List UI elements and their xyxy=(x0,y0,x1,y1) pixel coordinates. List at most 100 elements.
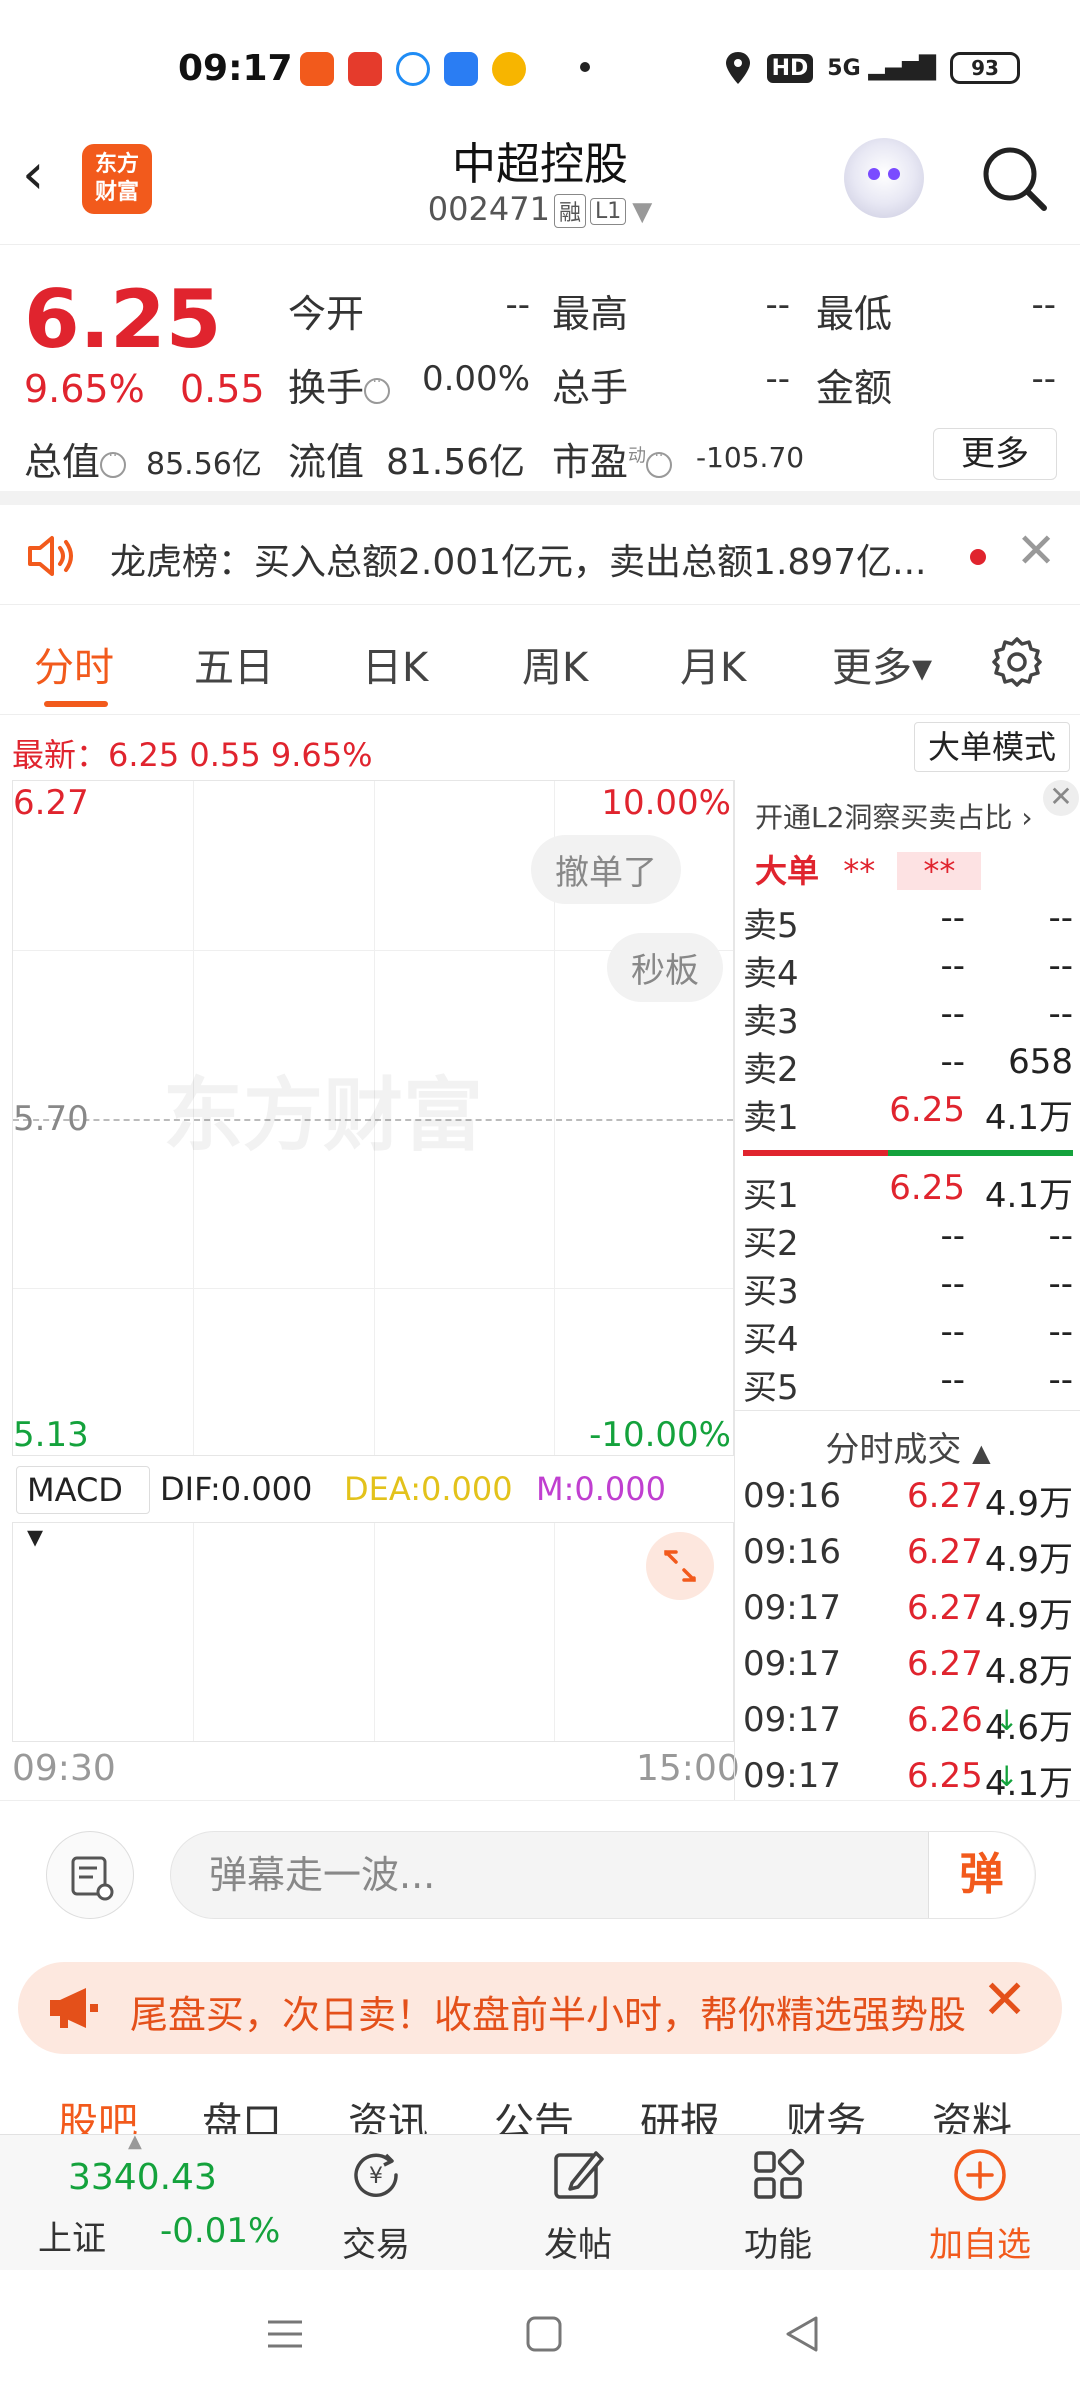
ask-row[interactable]: 卖5 -- -- xyxy=(743,898,1075,946)
ask-row[interactable]: 卖3 -- -- xyxy=(743,994,1075,1042)
danmu-send-button[interactable]: 弹 xyxy=(928,1832,1034,1918)
ask-qty: -- xyxy=(1048,994,1073,1034)
unread-dot xyxy=(970,549,986,565)
ask-row[interactable]: 卖1 6.25 4.1万 xyxy=(743,1090,1075,1138)
svg-text:¥: ¥ xyxy=(369,2164,383,2189)
close-icon[interactable]: ✕ xyxy=(1043,780,1079,816)
latest-quote-line: 最新：6.25 0.55 9.65% xyxy=(12,736,373,774)
ask-qty: 4.1万 xyxy=(984,1098,1073,1138)
watermark: 东方财富 xyxy=(163,1069,483,1162)
indicator-select[interactable]: MACD ▾ xyxy=(16,1466,150,1555)
network-type: 5G xyxy=(827,55,861,81)
tab-daily-k[interactable]: 日K xyxy=(362,635,428,693)
danmu-bubble[interactable]: 撤单了 xyxy=(531,835,681,904)
big-order-mode-button[interactable]: 大单模式 xyxy=(914,722,1070,772)
functions-button[interactable]: 功能 xyxy=(708,2145,848,2266)
dif-value: DIF:0.000 xyxy=(160,1470,313,1508)
ask-qty: -- xyxy=(1048,898,1073,938)
bid-row[interactable]: 买2 -- -- xyxy=(743,1216,1075,1264)
promo-banner[interactable]: 尾盘买，次日卖！收盘前半小时，帮你精选强势股 ✕ xyxy=(18,1962,1062,2054)
ask-qty: -- xyxy=(1048,946,1073,986)
tab-more[interactable]: 更多▾ xyxy=(832,635,932,693)
tab-order-book[interactable]: 盘口 xyxy=(202,2090,282,2134)
danmu-settings-icon[interactable] xyxy=(46,1831,134,1919)
info-icon[interactable] xyxy=(646,448,673,478)
close-icon[interactable]: ✕ xyxy=(982,1968,1027,2031)
bid-row[interactable]: 买4 -- -- xyxy=(743,1312,1075,1360)
ask-row[interactable]: 卖2 -- 658 xyxy=(743,1042,1075,1090)
tab-news[interactable]: 资讯 xyxy=(348,2090,428,2134)
close-icon[interactable]: ✕ xyxy=(1016,523,1056,579)
bid-price: -- xyxy=(940,1312,965,1352)
dea-value: DEA:0.000 xyxy=(344,1470,513,1508)
app-notification-icon xyxy=(300,52,334,86)
tab-forum[interactable]: 股吧 xyxy=(58,2090,138,2134)
index-value[interactable]: 3340.43 xyxy=(68,2157,217,2198)
tab-research[interactable]: 研报 xyxy=(640,2090,720,2134)
info-icon[interactable] xyxy=(100,448,127,478)
tab-weekly-k[interactable]: 周K xyxy=(522,635,588,693)
tick-time: 09:17 xyxy=(743,1700,841,1740)
gear-icon[interactable] xyxy=(990,635,1044,689)
danmu-bubble[interactable]: 秒板 xyxy=(607,933,723,1002)
time-axis-start: 09:30 xyxy=(12,1748,116,1789)
battery-icon: 93 xyxy=(950,52,1020,84)
tick-time: 09:17 xyxy=(743,1756,841,1796)
danmu-input[interactable]: 弹幕走一波... xyxy=(170,1831,1036,1919)
l2-upgrade-link[interactable]: 开通L2洞察买卖占比 › xyxy=(755,796,1033,836)
tick-row: 09:17 6.27 4.8万 xyxy=(743,1644,1075,1694)
intraday-chart[interactable]: 东方财富 6.27 5.70 5.13 10.00% -10.00% 撤单了 秒… xyxy=(12,780,734,1456)
mktcap-value: 85.56亿 xyxy=(146,447,262,482)
back-nav-icon[interactable] xyxy=(782,2312,822,2356)
turnover-label: 换手 xyxy=(288,357,391,412)
mktcap-label-text: 总值 xyxy=(24,440,101,484)
turnover-label-text: 换手 xyxy=(288,366,365,410)
expand-icon[interactable] xyxy=(646,1532,714,1600)
dragon-tiger-notice[interactable]: 龙虎榜：买入总额2.001亿元，卖出总额1.897亿... ✕ xyxy=(0,505,1080,605)
tab-five-day[interactable]: 五日 xyxy=(194,635,274,693)
assistant-robot-icon[interactable] xyxy=(844,138,924,218)
bid-row[interactable]: 买5 -- -- xyxy=(743,1360,1075,1408)
indicator-bar: MACD ▾ DIF:0.000 DEA:0.000 M:0.000 xyxy=(12,1460,734,1555)
ask-row[interactable]: 卖4 -- -- xyxy=(743,946,1075,994)
price-axis-bottom: 5.13 xyxy=(13,1415,89,1455)
tab-monthly-k[interactable]: 月K xyxy=(680,635,746,693)
post-button[interactable]: 发帖 xyxy=(508,2145,648,2266)
more-button[interactable]: 更多 xyxy=(933,428,1057,480)
bottom-toolbar: ▲ 3340.43 上证 -0.01% ¥ 交易 发帖 功能 加自选 xyxy=(0,2131,1080,2270)
bid-row[interactable]: 买1 6.25 4.1万 xyxy=(743,1168,1075,1216)
location-icon xyxy=(725,52,750,84)
add-watchlist-button[interactable]: 加自选 xyxy=(910,2145,1050,2266)
index-name: 上证 xyxy=(38,2219,106,2259)
stock-code: 002471 xyxy=(427,190,550,228)
system-nav-bar xyxy=(0,2270,1080,2400)
bid-price: 6.25 xyxy=(889,1168,965,1208)
info-icon[interactable] xyxy=(364,374,391,404)
bid-price: -- xyxy=(940,1360,965,1400)
bid-row[interactable]: 买3 -- -- xyxy=(743,1264,1075,1312)
status-bar: 09:17 HD 5G ▂▄▆█ 93 xyxy=(0,0,1080,140)
bid-level: 买1 xyxy=(743,1176,799,1216)
macd-chart[interactable] xyxy=(12,1522,734,1742)
promo-text: 尾盘买，次日卖！收盘前半小时，帮你精选强势股 xyxy=(130,1993,967,2037)
tab-announcements[interactable]: 公告 xyxy=(494,2090,574,2134)
menu-icon[interactable] xyxy=(264,2314,306,2354)
current-price: 6.25 xyxy=(24,273,222,366)
tab-financials[interactable]: 财务 xyxy=(786,2090,866,2134)
trade-label: 交易 xyxy=(342,2225,410,2265)
video-app-icon xyxy=(348,52,382,86)
tick-price: 6.25 xyxy=(907,1756,983,1796)
open-label: 今开 xyxy=(288,292,365,336)
tab-intraday[interactable]: 分时 xyxy=(34,635,114,693)
caret-up-icon: ▲ xyxy=(972,1439,991,1467)
chart-grid-v xyxy=(193,1523,194,1741)
home-icon[interactable] xyxy=(524,2314,564,2354)
search-icon[interactable] xyxy=(980,144,1048,212)
ask-level: 卖5 xyxy=(743,906,799,946)
ticks-title[interactable]: 分时成交 ▲ xyxy=(735,1422,1080,1471)
pe-label: 市盈动 xyxy=(552,431,673,486)
bid-qty: -- xyxy=(1048,1264,1073,1304)
float-label: 流值 xyxy=(288,440,365,484)
trade-button[interactable]: ¥ 交易 xyxy=(306,2145,446,2266)
tab-profile[interactable]: 资料 xyxy=(932,2090,1012,2134)
